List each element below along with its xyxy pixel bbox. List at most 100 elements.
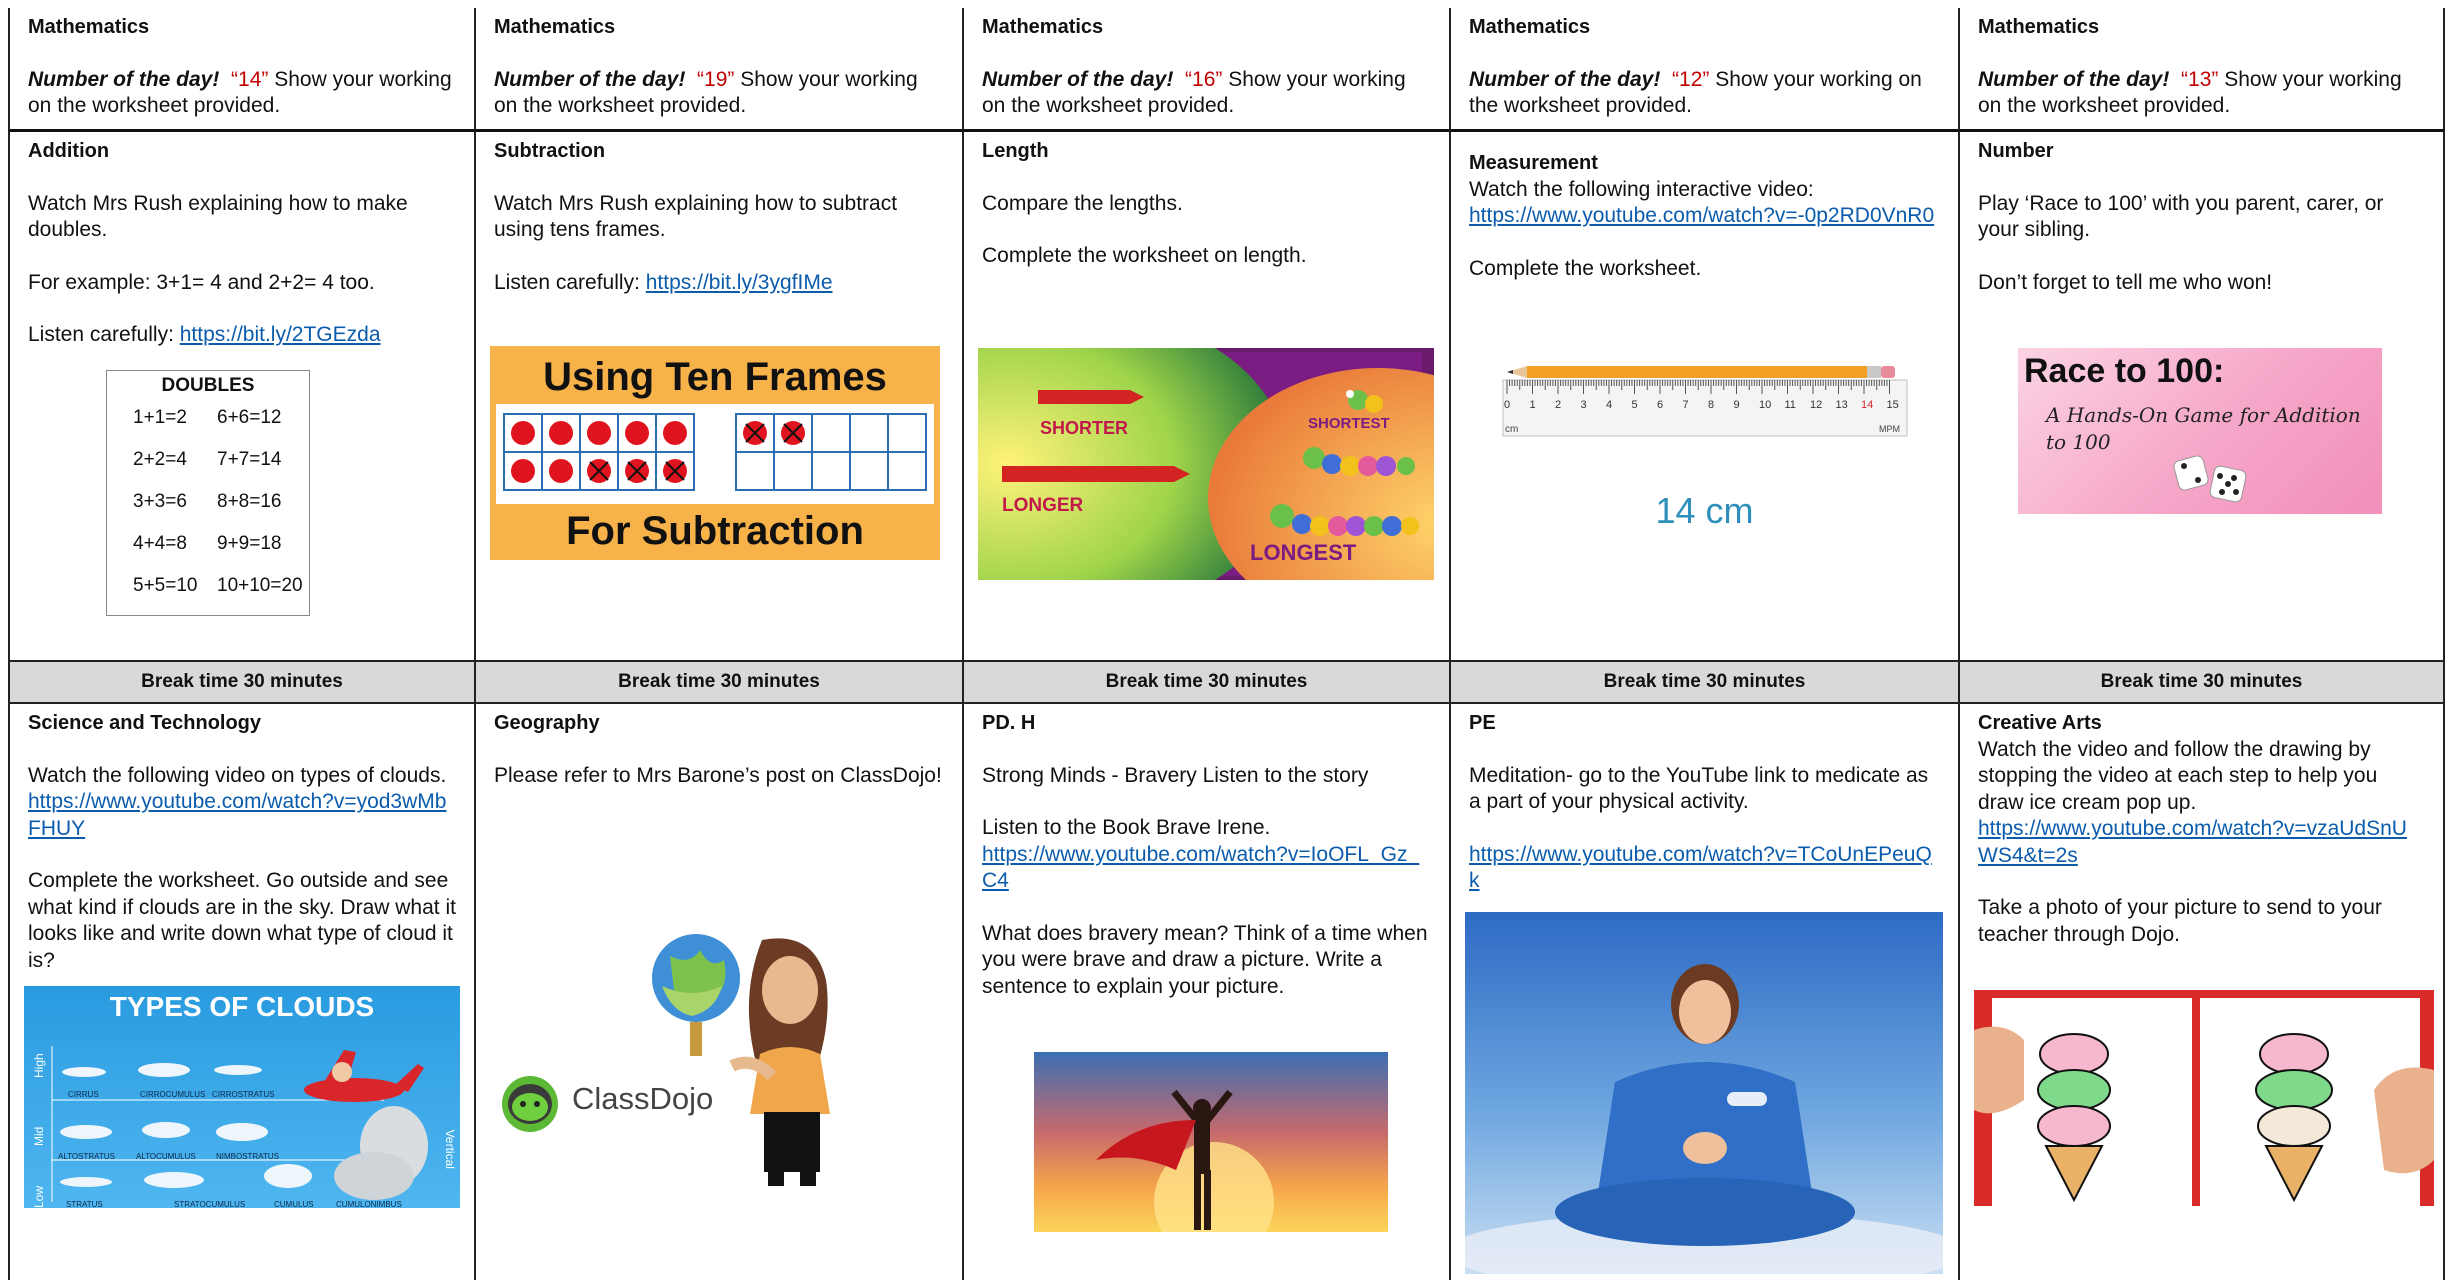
instruction-text: Watch the following interactive video: <box>1469 177 1814 201</box>
measurement-cell: Measurement Watch the following interact… <box>1451 132 1960 662</box>
types-of-clouds-poster: TYPES OF CLOUDS High Mid Low Vertical CI… <box>24 986 460 1208</box>
break-cell-4: Break time 30 minutes <box>1451 662 1960 704</box>
doubles-equation: 1+1=2 <box>133 407 187 428</box>
measurement-video-link[interactable]: https://www.youtube.com/watch?v=-0p2RD0V… <box>1469 204 1934 227</box>
ruler-number: 7 <box>1683 399 1689 411</box>
cell-title: Mathematics <box>494 16 616 38</box>
instruction-text-3: What does bravery mean? Think of a time … <box>982 921 1428 998</box>
instruction-text-2: Complete the worksheet on length. <box>982 244 1307 267</box>
teacher-bitmoji-image <box>642 926 872 1196</box>
science-cell: Science and Technology Watch the followi… <box>8 704 476 1280</box>
instruction-text: Meditation- go to the YouTube link to me… <box>1469 763 1929 814</box>
listen-line: Listen carefully: https://bit.ly/2TGEzda <box>28 323 381 346</box>
cell-title: Measurement <box>1469 152 1598 174</box>
addition-cell: Addition Watch Mrs Rush explaining how t… <box>8 132 476 662</box>
ruler-brand: MPM <box>1879 424 1900 434</box>
ruler-number: 1 <box>1530 399 1536 411</box>
cloud-type-label: NIMBOSTRATUS <box>216 1152 279 1161</box>
cloud-type-label: ALTOCUMULUS <box>136 1152 196 1161</box>
meditation-video-link[interactable]: https://www.youtube.com/watch?v=TCoUnEPe… <box>1469 843 1932 893</box>
subtraction-video-link[interactable]: https://bit.ly/3ygfIMe <box>646 271 833 294</box>
instruction-text: Please refer to Mrs Barone’s post on Cla… <box>494 763 942 787</box>
superhero-sunset-image <box>1034 1052 1388 1232</box>
doubles-equation: 10+10=20 <box>217 575 303 596</box>
cloud-type-label: ALTOSTRATUS <box>58 1152 115 1161</box>
day-number: “19” <box>697 67 735 91</box>
cloud-type-label: CUMULUS <box>274 1200 314 1208</box>
number-of-day-text: Number of the day! “16” Show your workin… <box>982 67 1406 118</box>
cloud-type-label: CIRRUS <box>68 1090 99 1099</box>
ruler-number: 12 <box>1810 399 1822 411</box>
ruler-number: 13 <box>1836 399 1848 411</box>
instruction-text: Watch Mrs Rush explaining how to make do… <box>28 191 408 242</box>
cell-title: Addition <box>28 140 110 162</box>
math-cell-4: Mathematics Number of the day! “12” Show… <box>1451 8 1960 132</box>
cloud-type-label: CUMULONIMBUS <box>336 1200 402 1208</box>
cell-title: PD. H <box>982 712 1036 734</box>
instruction-text-2: Complete the worksheet. Go outside and s… <box>28 869 456 972</box>
doubles-equation: 2+2=4 <box>133 449 187 470</box>
ruler-number: 9 <box>1734 399 1740 411</box>
ruler-number: 5 <box>1632 399 1638 411</box>
day-number: “16” <box>1185 67 1223 91</box>
ruler-unit: cm <box>1505 424 1518 435</box>
addition-video-link[interactable]: https://bit.ly/2TGEzda <box>180 323 381 346</box>
label-shortest: SHORTEST <box>1308 415 1390 432</box>
ruler-number: 8 <box>1708 399 1714 411</box>
doubles-poster: DOUBLES 1+1=2 6+6=12 2+2=4 7+7=14 3+3=6 8+8=1… <box>106 370 310 616</box>
airplane-icon <box>304 1050 424 1102</box>
length-comparison-image: SHORTER LONGER SHORTEST LONGEST <box>978 348 1434 580</box>
ten-frames-banner: Using Ten Frames For Subtraction <box>490 346 940 560</box>
cell-title: Science and Technology <box>28 712 262 734</box>
cell-title: Mathematics <box>28 16 150 38</box>
ruler-number: 15 <box>1887 399 1899 411</box>
instruction-text: Watch the video and follow the drawing b… <box>1978 737 2378 814</box>
cell-title: Mathematics <box>982 16 1104 38</box>
creative-arts-cell: Creative Arts Watch the video and follow… <box>1960 704 2445 1280</box>
ruler-number: 0 <box>1504 399 1510 411</box>
number-cell: Number Play ‘Race to 100’ with you paren… <box>1960 132 2445 662</box>
number-of-day-text: Number of the day! “14” Show your workin… <box>28 67 452 118</box>
number-of-day-text: Number of the day! “13” Show your workin… <box>1978 67 2402 118</box>
label-longer: LONGER <box>1002 495 1084 516</box>
doubles-equation: 4+4=8 <box>133 533 187 554</box>
math-cell-1: Mathematics Number of the day! “14” Show… <box>8 8 476 132</box>
measurement-result: 14 cm <box>1655 490 1754 531</box>
day-number: “14” <box>231 67 269 91</box>
ruler-number: 3 <box>1581 399 1587 411</box>
ruler-number: 2 <box>1555 399 1561 411</box>
break-cell-5: Break time 30 minutes <box>1960 662 2445 704</box>
instruction-text-2: Complete the worksheet. <box>1469 256 1702 280</box>
math-cell-2: Mathematics Number of the day! “19” Show… <box>476 8 964 132</box>
length-cell: Length Compare the lengths. Complete the… <box>964 132 1451 662</box>
label-shorter: SHORTER <box>1040 418 1128 438</box>
ruler-number: 14 <box>1861 399 1873 411</box>
ruler-pencil-image: 0 1 2 3 4 5 6 7 8 9 10 11 12 13 14 15 cm MPM <box>1501 356 1911 440</box>
break-cell-3: Break time 30 minutes <box>964 662 1451 704</box>
ruler-number: 6 <box>1657 399 1663 411</box>
listen-line: Listen carefully: https://bit.ly/3ygfIMe <box>494 270 833 294</box>
subtraction-cell: Subtraction Watch Mrs Rush explaining ho… <box>476 132 964 662</box>
day-number: “12” <box>1672 67 1710 91</box>
break-cell-2: Break time 30 minutes <box>476 662 964 704</box>
instruction-text: Watch the following video on types of cl… <box>28 763 447 787</box>
instruction-text: Strong Minds - Bravery Listen to the sto… <box>982 763 1369 787</box>
race-to-100-banner: Race to 100: A Hands-On Game for Additio… <box>2018 348 2382 514</box>
cloud-type-label: STRATOCUMULUS <box>174 1200 246 1208</box>
number-of-day-text: Number of the day! “12” Show your workin… <box>1469 67 1922 118</box>
cell-title: PE <box>1469 712 1496 734</box>
timetable-grid: Mathematics Number of the day! “14” Show… <box>8 8 2445 1280</box>
brave-irene-video-link[interactable]: https://www.youtube.com/watch?v=IoOFL_Gz… <box>982 843 1419 893</box>
science-video-link[interactable]: https://www.youtube.com/watch?v=yod3wMbF… <box>28 790 446 840</box>
cell-title: Creative Arts <box>1978 712 2102 734</box>
cell-title: Mathematics <box>1469 16 1591 38</box>
drawing-video-link[interactable]: https://www.youtube.com/watch?v=vzaUdSnU… <box>1978 817 2407 867</box>
day-number: “13” <box>2181 67 2219 91</box>
cell-title: Geography <box>494 712 600 734</box>
geography-cell: Geography Please refer to Mrs Barone’s p… <box>476 704 964 1280</box>
break-cell-1: Break time 30 minutes <box>8 662 476 704</box>
instruction-text-2: Don’t forget to tell me who won! <box>1978 270 2273 294</box>
ruler-number: 11 <box>1785 399 1796 411</box>
ruler-number: 4 <box>1606 399 1612 411</box>
cell-title: Length <box>982 140 1049 162</box>
